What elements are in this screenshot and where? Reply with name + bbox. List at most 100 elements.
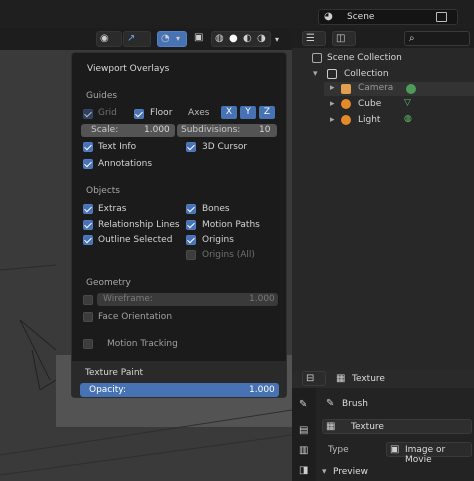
properties-editor-icon: ⊟ <box>306 373 315 384</box>
subdivisions-value: 10 <box>259 125 271 135</box>
solid-shading-icon[interactable]: ● <box>229 32 238 46</box>
outliner-header: ☰ ◫ ⌕ <box>292 28 474 48</box>
properties-panel: ⊟ ▦ Texture ✎ ▤ ▥ ◨ ✎ Brush ▦ Texture Ty… <box>292 370 474 481</box>
editor-type-dropdown[interactable]: ☰ <box>302 31 326 46</box>
type-value: Image or Movie <box>405 445 446 465</box>
floor-checkbox[interactable] <box>134 109 144 119</box>
view-object-types-button[interactable]: ◉ <box>96 31 122 47</box>
outliner-search-input[interactable]: ⌕ <box>404 31 470 46</box>
viewport-overlays-panel: Viewport Overlays Guides Grid Floor Axes… <box>71 52 287 398</box>
text-info-checkbox[interactable] <box>83 142 93 152</box>
type-dropdown[interactable]: ▣ Image or Movie <box>386 442 472 465</box>
outline-selected-checkbox[interactable] <box>83 235 93 245</box>
3d-cursor-checkbox[interactable] <box>186 142 196 152</box>
collection-icon <box>327 69 337 79</box>
subdivisions-label: Subdivisions: <box>181 125 241 135</box>
scene-collection-label[interactable]: Scene Collection <box>327 53 402 63</box>
tool-tab-icon[interactable]: ✎ <box>299 398 307 412</box>
grid-checkbox[interactable] <box>83 109 93 119</box>
type-label: Type <box>328 445 349 455</box>
properties-header: ⊟ ▦ Texture <box>292 370 474 388</box>
light-data-icon: ◍ <box>404 114 412 124</box>
scene-name: Scene <box>347 12 375 22</box>
axis-x-toggle[interactable]: X <box>221 106 237 119</box>
view-layer-tab-icon[interactable]: ◨ <box>299 464 308 478</box>
wireframe-value: 1.000 <box>249 294 275 304</box>
motion-tracking-checkbox[interactable] <box>83 339 93 349</box>
camera-row[interactable]: ▸ Camera <box>324 82 474 96</box>
face-orientation-checkbox[interactable] <box>83 312 93 322</box>
relationship-lines-label: Relationship Lines <box>98 220 180 230</box>
objects-section-label: Objects <box>86 186 121 196</box>
origins-label: Origins <box>202 235 234 245</box>
scene-icon: ◕ <box>324 11 333 22</box>
outline-selected-label: Outline Selected <box>98 235 173 245</box>
opacity-label: Opacity: <box>89 385 126 395</box>
outliner-editor-icon: ☰ <box>306 33 315 44</box>
light-label[interactable]: Light <box>358 115 380 125</box>
gizmo-icon: ↗ <box>127 33 136 44</box>
material-shading-icon[interactable]: ◐ <box>243 32 252 46</box>
scene-selector[interactable]: ◕ Scene <box>318 9 458 25</box>
expand-chevron-icon[interactable]: ▸ <box>330 115 335 125</box>
output-tab-icon[interactable]: ▥ <box>299 444 308 458</box>
rendered-shading-icon[interactable]: ◑ <box>257 32 266 46</box>
brush-icon: ✎ <box>326 398 335 409</box>
shading-dropdown-chevron-icon[interactable]: ▾ <box>275 33 279 47</box>
cube-label[interactable]: Cube <box>358 99 381 109</box>
opacity-slider[interactable]: Opacity: 1.000 <box>80 383 279 397</box>
mesh-data-icon: ▽ <box>404 98 411 108</box>
display-mode-dropdown[interactable]: ◫ <box>332 31 356 46</box>
camera-icon <box>341 84 351 94</box>
extras-checkbox[interactable] <box>83 204 93 214</box>
motion-paths-label: Motion Paths <box>202 220 260 230</box>
preview-label[interactable]: Preview <box>333 467 368 477</box>
camera-label: Camera <box>358 83 394 93</box>
overlays-toggle-button[interactable]: ◔ ▾ <box>157 31 187 47</box>
display-mode-icon: ◫ <box>336 33 346 44</box>
geometry-section-label: Geometry <box>86 278 131 288</box>
subdivisions-field[interactable]: Subdivisions: 10 <box>177 124 277 137</box>
expand-chevron-icon[interactable]: ▸ <box>330 99 335 109</box>
shading-modes: ◍ ● ◐ ◑ <box>211 31 271 47</box>
axis-z-toggle[interactable]: Z <box>259 106 275 119</box>
gizmo-toggle-button[interactable]: ↗ <box>123 31 151 47</box>
origins-checkbox[interactable] <box>186 235 196 245</box>
motion-tracking-label: Motion Tracking <box>107 339 178 349</box>
scale-field[interactable]: Scale: 1.000 <box>81 124 175 137</box>
wireframe-checkbox[interactable] <box>83 295 93 305</box>
axis-y-toggle[interactable]: Y <box>240 106 256 119</box>
light-icon <box>341 115 351 125</box>
wireframe-field[interactable]: Wireframe: 1.000 <box>97 293 278 306</box>
bones-checkbox[interactable] <box>186 204 196 214</box>
relationship-lines-checkbox[interactable] <box>83 220 93 230</box>
face-orientation-label: Face Orientation <box>98 312 173 322</box>
annotations-label: Annotations <box>98 159 153 169</box>
properties-tab-bar: ✎ ▤ ▥ ◨ <box>292 388 316 481</box>
properties-editor-type-dropdown[interactable]: ⊟ <box>302 371 326 386</box>
axes-label: Axes <box>188 108 210 118</box>
grid-label: Grid <box>98 108 117 118</box>
wireframe-shading-icon[interactable]: ◍ <box>215 32 224 46</box>
scene-copy-icon[interactable] <box>436 12 447 22</box>
preview-chevron-icon[interactable]: ▾ <box>322 467 327 477</box>
collection-label[interactable]: Collection <box>344 69 389 79</box>
expand-chevron-icon[interactable]: ▸ <box>330 83 335 93</box>
collection-expand-chevron-icon[interactable]: ▾ <box>313 69 318 79</box>
brush-label: Brush <box>342 399 368 409</box>
texture-selector-icon: ▦ <box>326 421 336 432</box>
xray-toggle-button[interactable]: ▣ <box>193 31 207 47</box>
opacity-value: 1.000 <box>249 385 275 395</box>
text-info-label: Text Info <box>98 142 137 152</box>
render-tab-icon[interactable]: ▤ <box>299 424 308 438</box>
image-icon: ▣ <box>390 444 400 455</box>
top-bar: ◕ Scene <box>0 0 474 28</box>
mesh-object-icon <box>341 99 351 109</box>
search-icon: ⌕ <box>409 33 415 44</box>
extras-label: Extras <box>98 204 127 214</box>
origins-all-checkbox[interactable] <box>186 250 196 260</box>
motion-paths-checkbox[interactable] <box>186 220 196 230</box>
texture-paint-section-label: Texture Paint <box>85 368 144 378</box>
annotations-checkbox[interactable] <box>83 159 93 169</box>
texture-selector[interactable]: ▦ Texture <box>322 419 472 434</box>
